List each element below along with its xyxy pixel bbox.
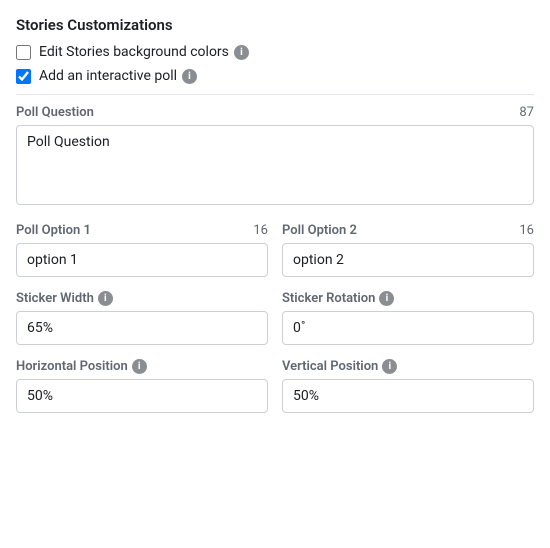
poll-option1-label-row: Poll Option 1 16 — [16, 223, 268, 238]
position-row: Horizontal Position i Vertical Position … — [16, 359, 534, 427]
vertical-position-info-icon[interactable]: i — [382, 359, 397, 374]
add-poll-label[interactable]: Add an interactive poll i — [39, 68, 197, 84]
sticker-width-label: Sticker Width i — [16, 291, 113, 306]
edit-bg-checkbox[interactable] — [16, 45, 31, 60]
sticker-rotation-group: Sticker Rotation i — [282, 291, 534, 345]
add-poll-checkbox[interactable] — [16, 69, 31, 84]
vertical-position-input[interactable] — [282, 379, 534, 413]
poll-option2-label-row: Poll Option 2 16 — [282, 223, 534, 238]
section-title: Stories Customizations — [16, 16, 534, 34]
edit-bg-label[interactable]: Edit Stories background colors i — [39, 44, 249, 60]
sticker-rotation-info-icon[interactable]: i — [379, 291, 394, 306]
sticker-width-info-icon[interactable]: i — [98, 291, 113, 306]
poll-option1-label: Poll Option 1 — [16, 223, 91, 238]
poll-option2-input[interactable] — [282, 243, 534, 277]
poll-option1-char-count: 16 — [253, 223, 268, 238]
horizontal-position-info-icon[interactable]: i — [132, 359, 147, 374]
poll-option1-input[interactable] — [16, 243, 268, 277]
poll-question-label: Poll Question — [16, 105, 94, 120]
sticker-rotation-label: Sticker Rotation i — [282, 291, 394, 306]
divider-1 — [16, 94, 534, 95]
poll-option1-group: Poll Option 1 16 — [16, 223, 268, 277]
add-poll-info-icon[interactable]: i — [182, 69, 197, 84]
poll-question-input[interactable] — [16, 125, 534, 205]
sticker-width-group: Sticker Width i — [16, 291, 268, 345]
poll-question-char-count: 87 — [519, 105, 534, 120]
poll-question-group: Poll Question 87 — [16, 105, 534, 209]
sticker-rotation-label-row: Sticker Rotation i — [282, 291, 534, 306]
horizontal-position-label: Horizontal Position i — [16, 359, 147, 374]
sticker-width-label-row: Sticker Width i — [16, 291, 268, 306]
horizontal-position-group: Horizontal Position i — [16, 359, 268, 413]
poll-options-row: Poll Option 1 16 Poll Option 2 16 — [16, 223, 534, 291]
poll-option2-label: Poll Option 2 — [282, 223, 357, 238]
poll-option2-group: Poll Option 2 16 — [282, 223, 534, 277]
poll-option2-char-count: 16 — [519, 223, 534, 238]
vertical-position-label: Vertical Position i — [282, 359, 397, 374]
horizontal-position-input[interactable] — [16, 379, 268, 413]
vertical-position-group: Vertical Position i — [282, 359, 534, 413]
edit-bg-row: Edit Stories background colors i — [16, 44, 534, 60]
horizontal-position-label-row: Horizontal Position i — [16, 359, 268, 374]
edit-bg-info-icon[interactable]: i — [234, 45, 249, 60]
sticker-width-input[interactable] — [16, 311, 268, 345]
sticker-rotation-input[interactable] — [282, 311, 534, 345]
sticker-row: Sticker Width i Sticker Rotation i — [16, 291, 534, 359]
vertical-position-label-row: Vertical Position i — [282, 359, 534, 374]
add-poll-row: Add an interactive poll i — [16, 68, 534, 84]
poll-question-label-row: Poll Question 87 — [16, 105, 534, 120]
